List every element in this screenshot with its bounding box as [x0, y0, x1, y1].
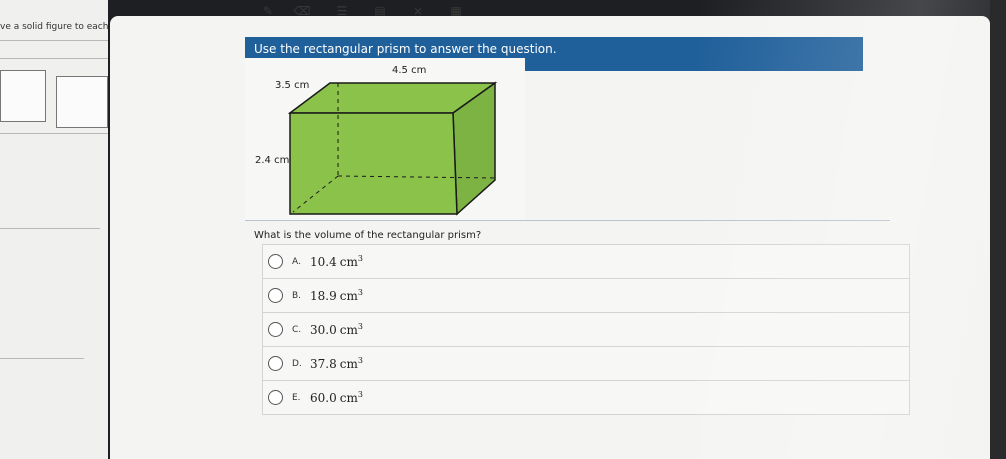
answer-box[interactable] — [0, 70, 46, 122]
radio-button[interactable] — [268, 356, 283, 371]
choice-letter: B. — [292, 290, 302, 301]
answer-choice-a[interactable]: A. 10.4 cm3 — [262, 244, 910, 278]
radio-button[interactable] — [268, 322, 283, 337]
width-label: 3.5 cm — [275, 80, 310, 91]
answer-box[interactable] — [56, 76, 108, 128]
divider — [0, 58, 108, 59]
background-window: ve a solid figure to each c — [0, 0, 116, 459]
question-text: What is the volume of the rectangular pr… — [254, 230, 482, 241]
section-divider — [245, 220, 890, 221]
choice-letter: D. — [292, 358, 302, 369]
choice-value: 10.4 — [310, 254, 337, 269]
choice-unit: cm3 — [339, 356, 363, 371]
answer-choice-c[interactable]: C. 30.0 cm3 — [262, 312, 910, 346]
choice-value: 18.9 — [310, 288, 337, 303]
screen: ve a solid figure to each c ✎ ⌫ ☰ ▤ ⨯ ▦ … — [0, 0, 1006, 459]
choice-letter: C. — [292, 324, 302, 335]
answer-choice-b[interactable]: B. 18.9 cm3 — [262, 278, 910, 312]
choice-value: 60.0 — [310, 390, 337, 405]
answer-choice-d[interactable]: D. 37.8 cm3 — [262, 346, 910, 380]
background-prompt: ve a solid figure to each c — [0, 22, 117, 32]
choice-unit: cm3 — [339, 288, 363, 303]
choice-letter: A. — [292, 256, 301, 267]
divider — [0, 133, 108, 134]
radio-button[interactable] — [268, 254, 283, 269]
prism-diagram: 4.5 cm 3.5 cm 2.4 cm — [245, 58, 525, 220]
choice-unit: cm3 — [339, 254, 363, 269]
choice-value: 37.8 — [310, 356, 337, 371]
radio-button[interactable] — [268, 288, 283, 303]
divider — [0, 358, 84, 359]
device-bezel — [990, 0, 1006, 459]
answer-choice-e[interactable]: E. 60.0 cm3 — [262, 380, 910, 415]
divider — [0, 40, 108, 41]
radio-button[interactable] — [268, 390, 283, 405]
divider — [0, 228, 100, 229]
choice-unit: cm3 — [339, 322, 363, 337]
choice-value: 30.0 — [310, 322, 337, 337]
choice-letter: E. — [292, 392, 301, 403]
length-label: 4.5 cm — [392, 65, 427, 76]
answer-choices: A. 10.4 cm3 B. 18.9 cm3 C. 30.0 cm3 D. 3… — [262, 244, 910, 415]
prism-front-face — [289, 112, 458, 215]
choice-unit: cm3 — [339, 390, 363, 405]
height-label: 2.4 cm — [255, 155, 290, 166]
